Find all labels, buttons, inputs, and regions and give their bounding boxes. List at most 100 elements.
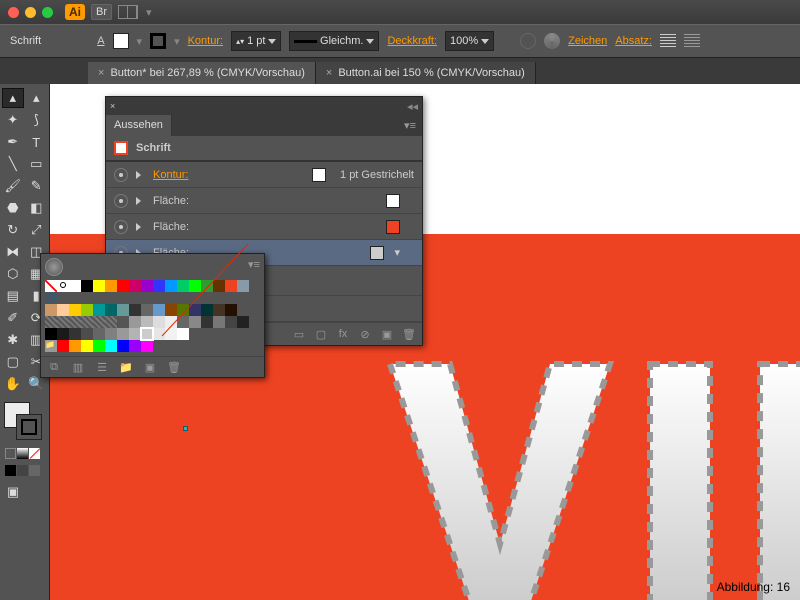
- swatch-cell[interactable]: [81, 280, 93, 292]
- swatch-cell[interactable]: [165, 316, 177, 328]
- attr-label[interactable]: Kontur:: [153, 169, 188, 181]
- stroke-box[interactable]: [16, 414, 42, 440]
- rotate-tool[interactable]: ↻: [2, 220, 24, 240]
- none-mode-icon[interactable]: [29, 448, 40, 459]
- swatch-cell[interactable]: [213, 316, 225, 328]
- pen-tool[interactable]: ✒: [2, 132, 24, 152]
- swatch-cell[interactable]: [57, 316, 69, 328]
- swatch-cell[interactable]: [177, 280, 189, 292]
- disclosure-icon[interactable]: [136, 197, 145, 205]
- char-icon[interactable]: A: [97, 35, 104, 47]
- document-tab[interactable]: ×Button* bei 267,89 % (CMYK/Vorschau): [88, 62, 316, 84]
- close-tab-icon[interactable]: ×: [326, 67, 332, 79]
- attr-swatch[interactable]: [386, 194, 400, 208]
- new-effect-icon[interactable]: fx: [336, 327, 350, 341]
- mesh-tool[interactable]: ▤: [2, 286, 24, 306]
- swatch-cell[interactable]: [201, 280, 213, 292]
- magic-wand-tool[interactable]: ✦: [2, 110, 24, 130]
- swatch-cell[interactable]: [81, 328, 93, 340]
- swatch-cell[interactable]: [153, 280, 165, 292]
- swatch-cell[interactable]: [225, 316, 237, 328]
- swatch-cell[interactable]: [93, 304, 105, 316]
- type-tool[interactable]: T: [26, 132, 48, 152]
- draw-behind-icon[interactable]: [17, 465, 28, 476]
- rectangle-tool[interactable]: ▭: [26, 154, 48, 174]
- shape-builder-tool[interactable]: ⬡: [2, 264, 24, 284]
- swatch-cell[interactable]: [117, 280, 129, 292]
- opacity-link[interactable]: Deckkraft:: [387, 35, 437, 47]
- swatch-cell[interactable]: [105, 280, 117, 292]
- swatch-cell[interactable]: [93, 280, 105, 292]
- swatch-cell[interactable]: [69, 304, 81, 316]
- stroke-link[interactable]: Kontur:: [188, 35, 223, 47]
- visibility-icon[interactable]: [114, 220, 128, 234]
- swatch-cell[interactable]: [57, 304, 69, 316]
- pencil-tool[interactable]: ✎: [26, 176, 48, 196]
- swatch-cell[interactable]: [69, 280, 81, 292]
- blob-brush-tool[interactable]: ⬣: [2, 198, 24, 218]
- swatch-cell[interactable]: [189, 280, 201, 292]
- align-left-icon[interactable]: [660, 34, 676, 48]
- stroke-style-select[interactable]: Gleichm.: [289, 31, 379, 51]
- line-tool[interactable]: ╲: [2, 154, 24, 174]
- swatch-cell[interactable]: [117, 340, 129, 352]
- selection-tool[interactable]: ▴: [2, 88, 24, 108]
- swatch-cell[interactable]: [129, 316, 141, 328]
- attr-swatch[interactable]: [386, 220, 400, 234]
- swatch-cell[interactable]: [237, 316, 249, 328]
- color-mode-icon[interactable]: [5, 448, 16, 459]
- swatch-cell[interactable]: [189, 316, 201, 328]
- swatch-cell[interactable]: [81, 316, 93, 328]
- swatch-cell[interactable]: [177, 316, 189, 328]
- swatch-cell[interactable]: [81, 304, 93, 316]
- draw-inside-icon[interactable]: [29, 465, 40, 476]
- swatch-cell[interactable]: [141, 340, 153, 352]
- visibility-icon[interactable]: [114, 194, 128, 208]
- swatch-cell[interactable]: [141, 316, 153, 328]
- new-group-icon[interactable]: 📁: [119, 360, 133, 374]
- appearance-row[interactable]: Kontur: 1 pt Gestrichelt: [106, 162, 422, 188]
- recolor-icon[interactable]: [544, 33, 560, 49]
- color-modes[interactable]: [2, 448, 47, 459]
- scale-tool[interactable]: ⤢: [26, 220, 48, 240]
- swatch-cell[interactable]: [45, 280, 57, 292]
- new-swatch-icon[interactable]: ▣: [143, 360, 157, 374]
- swatch-cell[interactable]: [177, 328, 189, 340]
- swatch-cell[interactable]: [117, 328, 129, 340]
- swatch-cell[interactable]: [165, 304, 177, 316]
- color-target-icon[interactable]: [45, 258, 63, 276]
- swatch-cell[interactable]: [129, 304, 141, 316]
- swatch-cell[interactable]: [45, 316, 57, 328]
- swatch-cell[interactable]: [129, 280, 141, 292]
- para-panel-link[interactable]: Absatz:: [615, 35, 652, 47]
- swatch-cell[interactable]: [69, 316, 81, 328]
- swatch-cell[interactable]: [105, 328, 117, 340]
- swatch-cell[interactable]: [153, 316, 165, 328]
- new-fill-icon[interactable]: ▢: [314, 327, 328, 341]
- panel-tab[interactable]: Aussehen: [106, 115, 172, 136]
- swatch-lib-icon[interactable]: ⧉: [47, 360, 61, 374]
- swatch-cell[interactable]: [141, 280, 153, 292]
- swatch-cell[interactable]: [93, 328, 105, 340]
- minimize-window[interactable]: [25, 7, 36, 18]
- align-center-icon[interactable]: [684, 34, 700, 48]
- swatch-cell[interactable]: [105, 316, 117, 328]
- swatch-cell[interactable]: [45, 304, 57, 316]
- stroke-swatch[interactable]: [150, 33, 166, 49]
- delete-icon[interactable]: 🗑: [402, 327, 416, 341]
- brush-tool[interactable]: 🖌: [2, 176, 24, 196]
- opacity-select[interactable]: 100%: [445, 31, 494, 51]
- attr-swatch[interactable]: [370, 246, 384, 260]
- draw-normal-icon[interactable]: [5, 465, 16, 476]
- swatch-cell[interactable]: [129, 328, 141, 340]
- clear-icon[interactable]: ⊘: [358, 327, 372, 341]
- new-stroke-icon[interactable]: ▭: [292, 327, 306, 341]
- width-tool[interactable]: ⧓: [2, 242, 24, 262]
- close-tab-icon[interactable]: ×: [98, 67, 104, 79]
- disclosure-icon[interactable]: [136, 171, 145, 179]
- swatch-cell[interactable]: [117, 304, 129, 316]
- duplicate-icon[interactable]: ▣: [380, 327, 394, 341]
- screen-mode-icon[interactable]: ▣: [2, 482, 24, 502]
- visibility-icon[interactable]: [114, 168, 128, 182]
- eyedropper-tool[interactable]: ✐: [2, 308, 24, 328]
